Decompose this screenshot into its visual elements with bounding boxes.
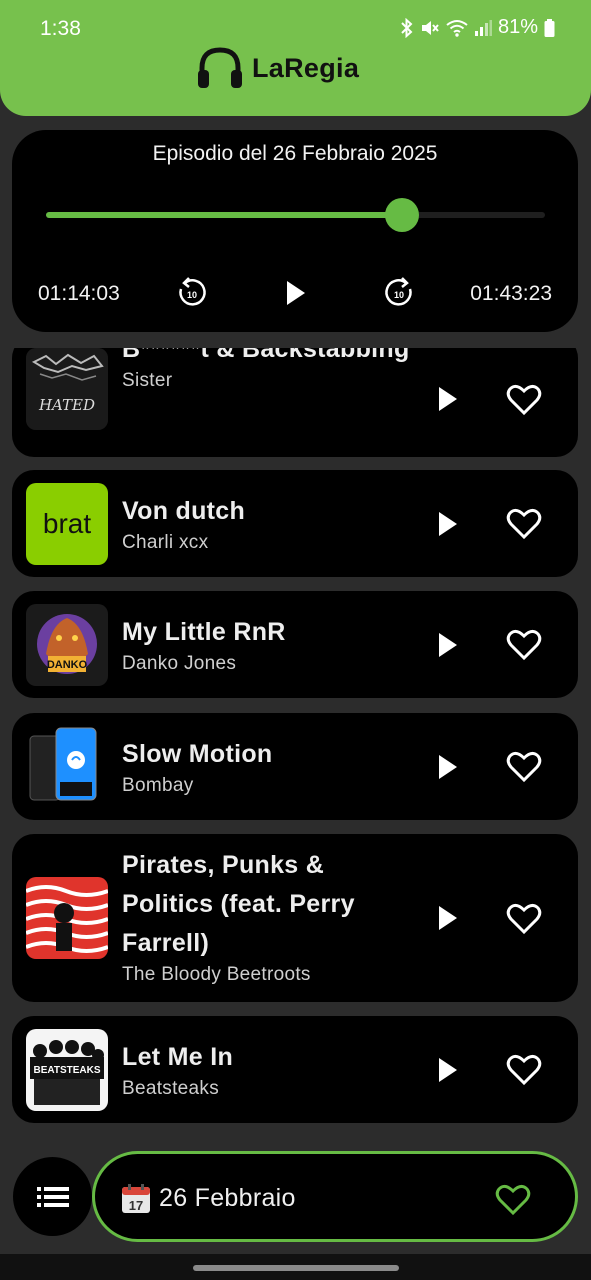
track-play-icon[interactable]: [436, 385, 460, 413]
calendar-icon: 17: [122, 1184, 150, 1213]
sister-hated-cover: HATED: [26, 348, 108, 430]
heart-outline-icon[interactable]: [506, 627, 542, 661]
track-play-icon[interactable]: [436, 753, 460, 781]
track-title: Slow Motion: [122, 740, 273, 768]
wifi-icon: [446, 19, 468, 37]
play-icon: [287, 281, 305, 305]
app-brand: LaRegia: [196, 46, 359, 90]
track-title: Von dutch: [122, 497, 246, 525]
track-info: Let Me In Beatsteaks: [122, 1038, 412, 1101]
beatsteaks-cover: BEATSTEAKS: [26, 1029, 108, 1111]
mute-icon: [421, 20, 439, 35]
forward-10-icon: 10: [385, 277, 412, 306]
track-title: B******t & Backstabbing: [122, 348, 410, 363]
track-title: My Little RnR: [122, 618, 286, 646]
progress-slider[interactable]: [46, 198, 545, 232]
heart-outline-icon[interactable]: [506, 749, 542, 783]
favorites-heart-icon[interactable]: [495, 1182, 531, 1216]
menu-button[interactable]: [13, 1157, 92, 1236]
track-info: Slow Motion Bombay: [122, 735, 412, 798]
track-list[interactable]: HATED B******t & Backstabbing Sister bra…: [0, 348, 591, 1128]
list-menu-icon: [36, 1186, 69, 1207]
heart-outline-icon[interactable]: [506, 382, 542, 416]
track-info: Pirates, Punks & Politics (feat. Perry F…: [122, 846, 412, 987]
track-artist: The Bloody Beetroots: [122, 964, 311, 985]
episode-player: Episodio del 26 Febbraio 2025 01:14:03 1…: [12, 130, 578, 332]
track-info: B******t & Backstabbing Sister: [122, 348, 412, 393]
signal-icon: [474, 19, 492, 36]
date-label: 26 Febbraio: [159, 1184, 296, 1212]
track-artist: Charli xcx: [122, 532, 209, 553]
brat-cover: brat: [26, 483, 108, 565]
track-artist: Danko Jones: [122, 653, 237, 674]
app-header: 1:38 81% LaRegia: [0, 0, 591, 116]
svg-text:10: 10: [394, 290, 404, 300]
svg-text:17: 17: [129, 1198, 143, 1213]
heart-outline-icon[interactable]: [506, 1052, 542, 1086]
track-play-icon[interactable]: [436, 631, 460, 659]
shazam-phones-cover: [26, 726, 108, 808]
date-selector[interactable]: 17 26 Febbraio: [92, 1151, 578, 1242]
headphones-icon: [198, 47, 242, 88]
progress-fill: [46, 212, 402, 218]
track-card[interactable]: BEATSTEAKS Let Me In Beatsteaks: [12, 1016, 578, 1123]
track-card[interactable]: HATED B******t & Backstabbing Sister: [12, 348, 578, 457]
status-time: 1:38: [40, 17, 81, 40]
bloody-beetroots-cover: [26, 877, 108, 959]
track-artist: Bombay: [122, 775, 194, 796]
home-indicator[interactable]: [193, 1265, 399, 1271]
track-card[interactable]: brat Von dutch Charli xcx: [12, 470, 578, 577]
battery-icon: [544, 18, 555, 37]
svg-text:BEATSTEAKS: BEATSTEAKS: [33, 1065, 100, 1076]
brat-cover-text: brat: [42, 508, 92, 539]
battery-percent: 81%: [497, 16, 538, 38]
track-title: Pirates, Punks & Politics (feat. Perry F…: [122, 851, 355, 957]
total-time: 01:43:23: [470, 282, 552, 305]
elapsed-time: 01:14:03: [38, 282, 120, 305]
rewind-10-icon: 10: [179, 277, 206, 306]
progress-thumb[interactable]: [384, 198, 419, 232]
track-card[interactable]: DANKO My Little RnR Danko Jones: [12, 591, 578, 698]
track-play-icon[interactable]: [436, 510, 460, 538]
svg-text:10: 10: [187, 290, 197, 300]
danko-jones-cover: DANKO: [26, 604, 108, 686]
heart-outline-icon[interactable]: [506, 901, 542, 935]
rewind-10-button[interactable]: 10: [174, 275, 210, 311]
track-info: Von dutch Charli xcx: [122, 492, 412, 555]
play-button[interactable]: [278, 275, 314, 311]
bluetooth-icon: [401, 17, 413, 38]
status-icons: 81%: [400, 16, 555, 39]
track-play-icon[interactable]: [436, 904, 460, 932]
track-artist: Beatsteaks: [122, 1078, 219, 1099]
track-play-icon[interactable]: [436, 1056, 460, 1084]
track-info: My Little RnR Danko Jones: [122, 613, 412, 676]
forward-10-button[interactable]: 10: [381, 275, 417, 311]
svg-text:DANKO: DANKO: [47, 659, 88, 671]
svg-text:HATED: HATED: [38, 396, 95, 414]
track-card[interactable]: Slow Motion Bombay: [12, 713, 578, 820]
heart-outline-icon[interactable]: [506, 506, 542, 540]
track-title: Let Me In: [122, 1043, 234, 1071]
app-name: LaRegia: [252, 52, 360, 83]
track-artist: Sister: [122, 370, 173, 391]
track-card[interactable]: Pirates, Punks & Politics (feat. Perry F…: [12, 834, 578, 1002]
episode-title: Episodio del 26 Febbraio 2025: [152, 142, 438, 165]
